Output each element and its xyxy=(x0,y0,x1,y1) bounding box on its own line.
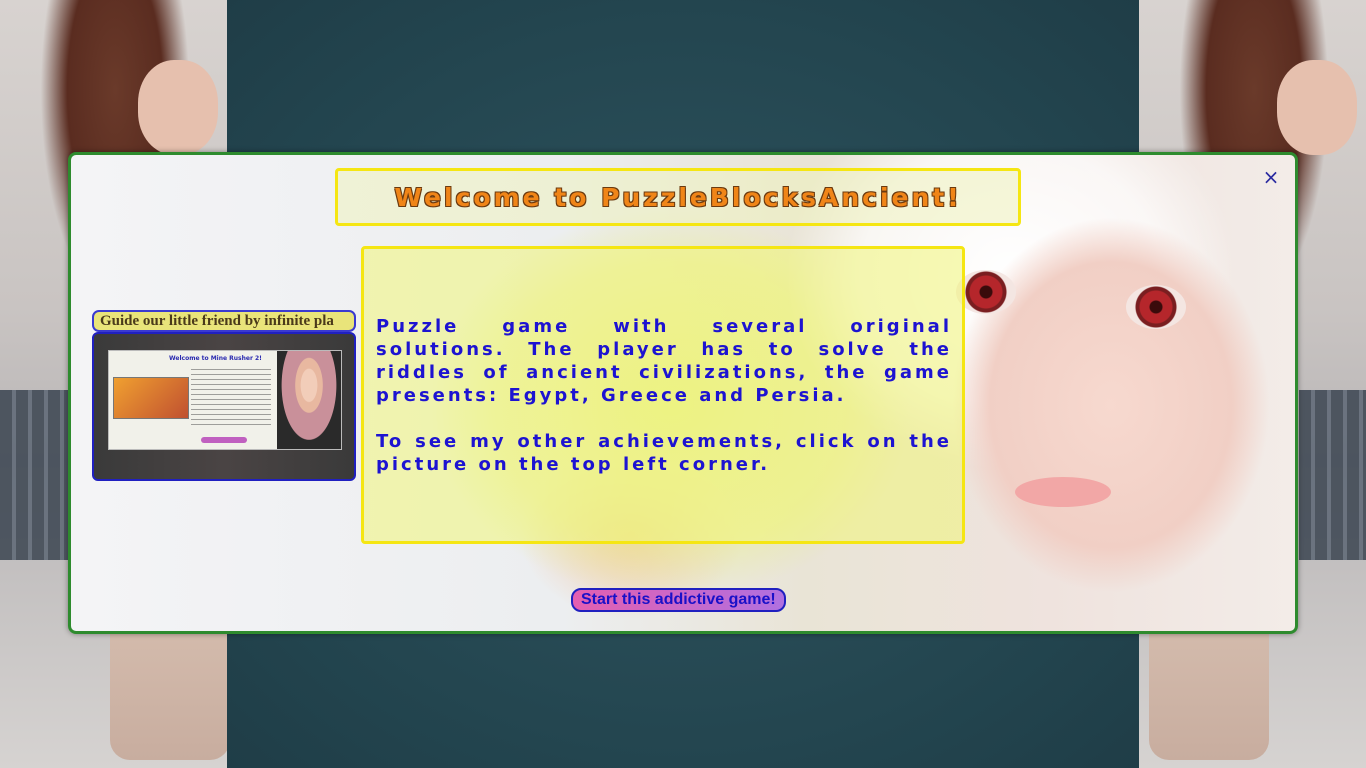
thumbnail-character-image xyxy=(277,351,341,449)
background-eye-right xyxy=(1126,285,1186,329)
start-game-button[interactable]: Start this addictive game! xyxy=(571,588,786,612)
thumbnail-mini-image xyxy=(113,377,189,419)
modal-title: Welcome to PuzzleBlocksAncient! xyxy=(394,182,962,212)
promo-marquee[interactable]: Guide our little friend by infinite pla xyxy=(92,310,356,332)
background-eye-left xyxy=(956,270,1016,314)
background-mouth xyxy=(1015,477,1111,507)
description-paragraph: Puzzle game with several original soluti… xyxy=(376,316,952,406)
background-face xyxy=(138,60,218,155)
other-game-thumbnail[interactable]: Welcome to Mine Rusher 2! xyxy=(92,332,356,481)
thumbnail-screenshot: Welcome to Mine Rusher 2! xyxy=(108,350,342,450)
close-button[interactable]: × xyxy=(1261,167,1281,187)
thumbnail-title: Welcome to Mine Rusher 2! xyxy=(169,355,262,362)
background-skirt xyxy=(1299,390,1366,560)
description-paragraph: To see my other achievements, click on t… xyxy=(376,431,952,475)
title-banner: Welcome to PuzzleBlocksAncient! xyxy=(335,168,1021,226)
description-text: Puzzle game with several original soluti… xyxy=(376,315,952,499)
background-face xyxy=(1277,60,1357,155)
welcome-modal: × Welcome to PuzzleBlocksAncient! Puzzle… xyxy=(68,152,1298,634)
description-panel: Puzzle game with several original soluti… xyxy=(361,246,965,544)
thumbnail-button xyxy=(201,437,247,443)
thumbnail-text-lines xyxy=(191,369,271,429)
